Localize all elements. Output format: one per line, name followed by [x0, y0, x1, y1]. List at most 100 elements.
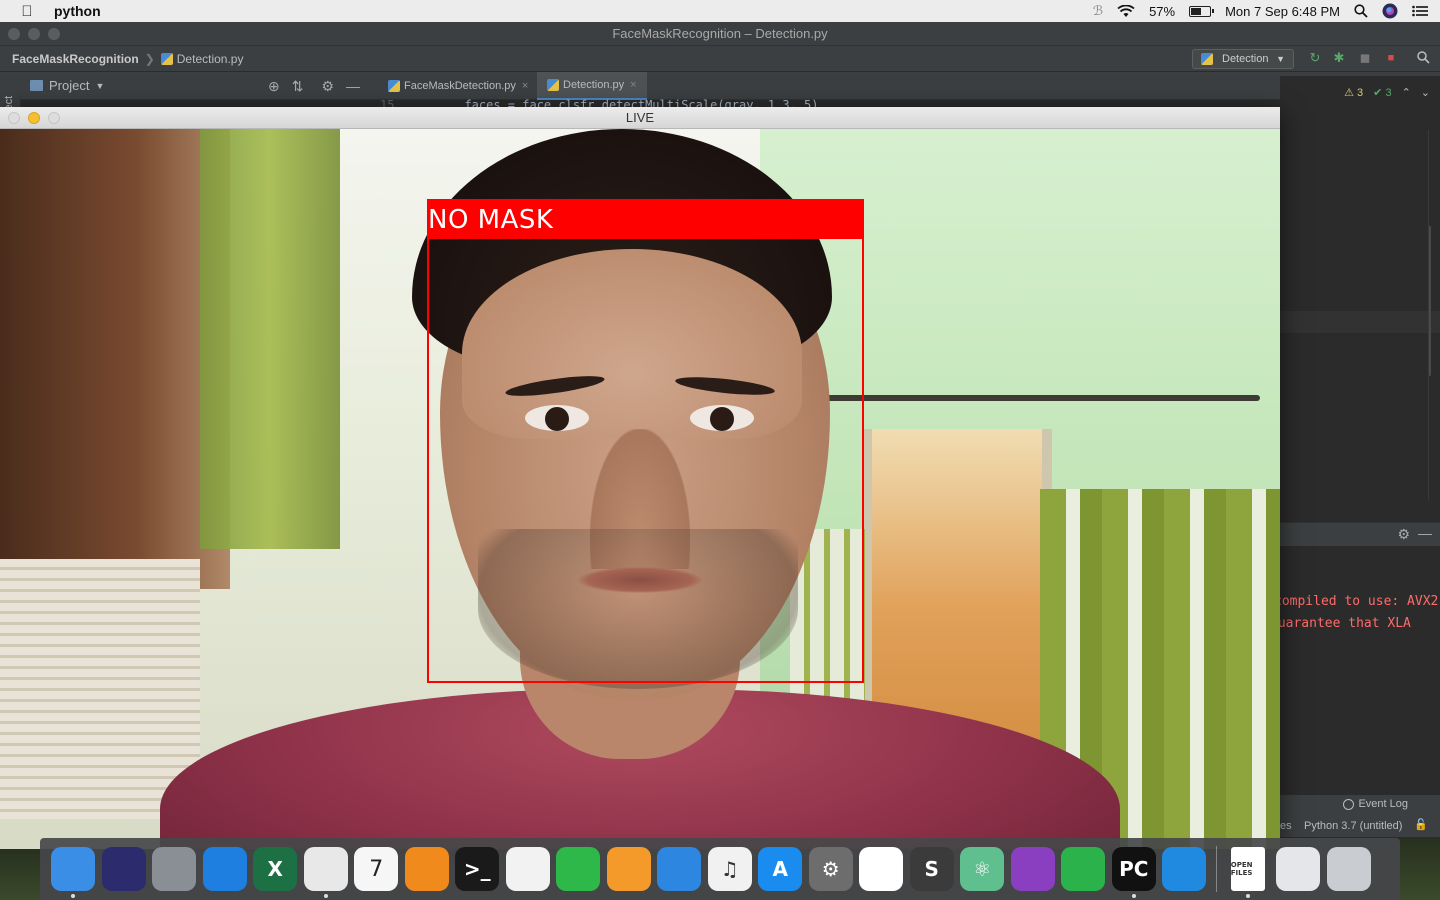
- code-line[interactable]: 15 faces = face_clsfr.detectMultiScale(gr…: [380, 98, 818, 107]
- active-app-name[interactable]: python: [54, 3, 101, 19]
- live-minimize-button[interactable]: [28, 112, 40, 124]
- dock-item[interactable]: ⚙: [806, 838, 857, 900]
- event-log-button[interactable]: Event Log: [1343, 798, 1408, 810]
- code-text: faces = face_clsfr.detectMultiScale(gray…: [464, 98, 819, 107]
- air-conditioner: [0, 559, 200, 819]
- dock-item[interactable]: [856, 838, 907, 900]
- ide-close-button[interactable]: [8, 28, 20, 40]
- dock-stacks: OPEN FILES: [1223, 838, 1375, 900]
- wifi-icon[interactable]: [1117, 4, 1135, 18]
- event-log-label: Event Log: [1358, 798, 1408, 810]
- excel-icon: X: [253, 847, 298, 891]
- dock-item[interactable]: [402, 838, 453, 900]
- breadcrumb-project[interactable]: FaceMaskRecognition: [12, 52, 139, 66]
- live-zoom-button[interactable]: [48, 112, 60, 124]
- stop-icon[interactable]: ■: [1384, 51, 1398, 65]
- live-close-button[interactable]: [8, 112, 20, 124]
- project-panel-tools: ⊕ ⇅ ⚙ —: [268, 78, 360, 95]
- dock-item[interactable]: [1324, 838, 1375, 900]
- apple-menu-icon[interactable]: : [0, 3, 54, 20]
- dock-item[interactable]: [503, 838, 554, 900]
- rerun-icon[interactable]: ↻: [1308, 51, 1322, 65]
- dock-item[interactable]: [604, 838, 655, 900]
- anaconda-icon: [1061, 847, 1106, 891]
- curtain-left: [200, 129, 340, 549]
- coverage-icon[interactable]: ◼: [1358, 51, 1372, 65]
- collapse-all-icon[interactable]: ⇅: [292, 78, 304, 95]
- chevron-down-icon[interactable]: ⌄: [1421, 86, 1430, 99]
- gear-icon[interactable]: ⚙: [1397, 526, 1410, 543]
- dock-item[interactable]: [1159, 838, 1210, 900]
- open-files-icon: OPEN FILES: [1230, 847, 1265, 891]
- dock-item[interactable]: [48, 838, 99, 900]
- live-window-title: LIVE: [625, 110, 655, 125]
- dock-item[interactable]: [553, 838, 604, 900]
- dock-item[interactable]: X: [250, 838, 301, 900]
- battery-icon[interactable]: [1189, 5, 1215, 17]
- photos-icon: [505, 847, 550, 891]
- hide-panel-icon[interactable]: —: [1418, 525, 1432, 541]
- event-log-icon: [1343, 798, 1355, 810]
- dock-item[interactable]: [149, 838, 200, 900]
- face-detection-box: [427, 205, 864, 683]
- chevron-up-icon[interactable]: ⌃: [1402, 86, 1411, 99]
- dock-item[interactable]: S: [907, 838, 958, 900]
- live-camera-window: LIVE NO MASK: [0, 107, 1280, 849]
- mongodb-compass-icon: [859, 847, 904, 891]
- ide-minimize-button[interactable]: [28, 28, 40, 40]
- python-file-icon: [1201, 53, 1213, 65]
- live-titlebar: LIVE: [0, 107, 1280, 129]
- chrome-icon: [303, 847, 348, 891]
- spotlight-search-icon[interactable]: [1354, 4, 1368, 18]
- dock-item[interactable]: [1273, 838, 1324, 900]
- running-indicator: [1131, 894, 1136, 898]
- tab-facemaskdetection[interactable]: FaceMaskDetection.py ×: [378, 72, 538, 100]
- menu-bar:  python ℬ 57% Mon 7 Sep 6:48 PM: [0, 0, 1440, 22]
- dock-item[interactable]: 7: [351, 838, 402, 900]
- dock-item[interactable]: [1008, 838, 1059, 900]
- inspection-widget[interactable]: ⚠ 3 ✔ 3 ⌃ ⌄: [1344, 86, 1430, 99]
- current-line-highlight: [1280, 311, 1440, 333]
- status-bar: Event Log es Python 3.7 (untitled) 🔓: [1280, 795, 1440, 837]
- lock-icon[interactable]: 🔓: [1414, 818, 1428, 831]
- run-configuration-select[interactable]: Detection ▼: [1192, 49, 1294, 69]
- desktop-wallpaper: [1400, 838, 1440, 900]
- bluetooth-icon[interactable]: ℬ: [1093, 3, 1103, 19]
- dock-item[interactable]: [99, 838, 150, 900]
- dock-item[interactable]: ⚛: [957, 838, 1008, 900]
- clock[interactable]: Mon 7 Sep 6:48 PM: [1225, 4, 1340, 19]
- run-console-output[interactable]: compiled to use: AVX2 guarantee that XLA: [1280, 546, 1440, 796]
- project-panel-header[interactable]: Project ▼: [30, 78, 104, 93]
- search-everywhere-icon[interactable]: [1416, 51, 1430, 65]
- siri-menu-icon[interactable]: [1382, 3, 1398, 19]
- dock-item[interactable]: OPEN FILES: [1223, 838, 1274, 900]
- breadcrumb-file[interactable]: Detection.py: [177, 52, 244, 66]
- running-indicator: [323, 894, 328, 898]
- notification-center-icon[interactable]: [1412, 5, 1428, 17]
- dock-item[interactable]: [301, 838, 352, 900]
- navigation-bar: FaceMaskRecognition ❯ Detection.py Detec…: [0, 46, 1440, 72]
- calendar-icon: 7: [354, 847, 399, 891]
- dock-item[interactable]: A: [755, 838, 806, 900]
- ide-zoom-button[interactable]: [48, 28, 60, 40]
- interpreter-selector[interactable]: Python 3.7 (untitled): [1304, 820, 1402, 832]
- dock-item[interactable]: [1058, 838, 1109, 900]
- dock-item[interactable]: [654, 838, 705, 900]
- locate-icon[interactable]: ⊕: [268, 78, 280, 95]
- dock-item[interactable]: [200, 838, 251, 900]
- dock-item[interactable]: PC: [1109, 838, 1160, 900]
- dock-item[interactable]: ♫: [705, 838, 756, 900]
- menu-extras: ℬ 57% Mon 7 Sep 6:48 PM: [1093, 0, 1428, 22]
- ok-count: 3: [1385, 87, 1392, 99]
- dock-item[interactable]: >_: [452, 838, 503, 900]
- tab-detection[interactable]: Detection.py ×: [537, 72, 647, 100]
- gear-icon[interactable]: ⚙: [321, 78, 334, 95]
- dock-apps: X 7 >_ ♫ A ⚙ S ⚛ PC: [48, 838, 1210, 900]
- run-console-header: ⚙ —: [1280, 522, 1440, 546]
- siri-icon: [101, 847, 146, 891]
- close-tab-icon[interactable]: ×: [522, 80, 528, 92]
- debug-icon[interactable]: ✱: [1332, 51, 1346, 65]
- hide-panel-icon[interactable]: —: [346, 78, 360, 95]
- battery-percent[interactable]: 57%: [1149, 4, 1175, 19]
- close-tab-icon[interactable]: ×: [630, 79, 636, 91]
